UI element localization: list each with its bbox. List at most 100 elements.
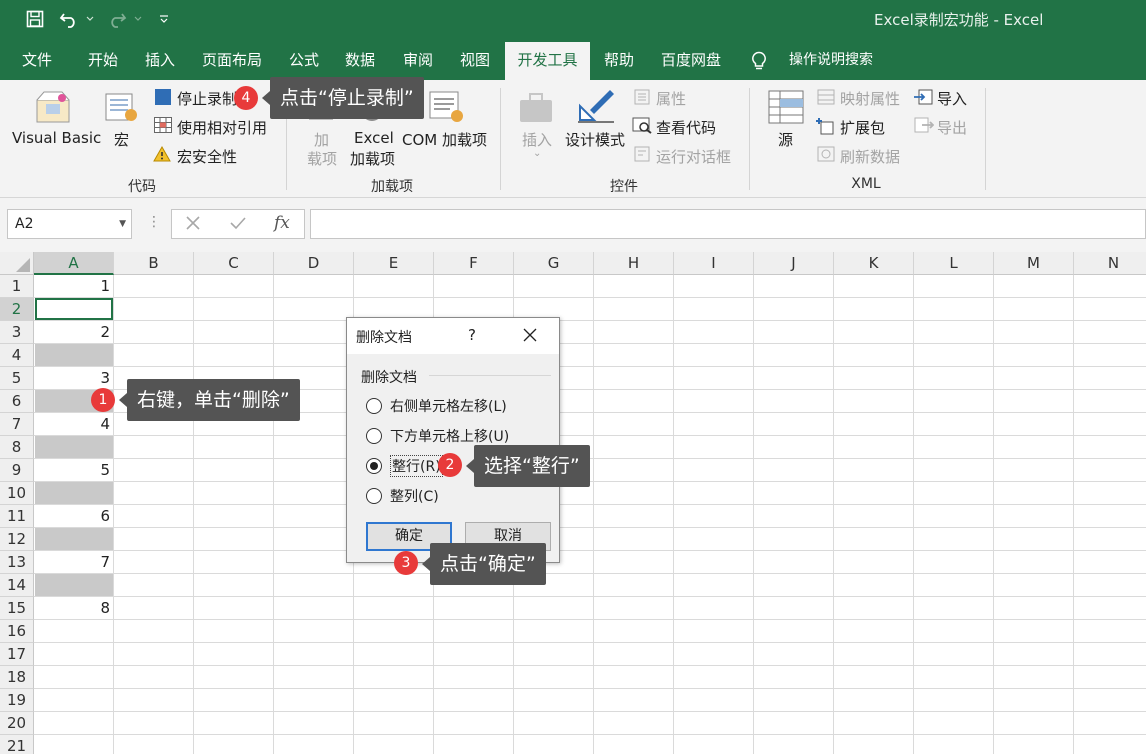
column-header-i[interactable]: I xyxy=(674,252,754,275)
tab-developer[interactable]: 开发工具 xyxy=(505,42,590,80)
option-entire-column[interactable]: 整列(C) xyxy=(366,486,439,506)
column-header-l[interactable]: L xyxy=(914,252,994,275)
row-header-12[interactable]: 12 xyxy=(0,528,34,551)
redo-icon[interactable] xyxy=(106,8,128,30)
cell-a4[interactable] xyxy=(35,344,113,366)
run-dialog-icon[interactable] xyxy=(634,146,650,166)
confirm-entry-icon[interactable] xyxy=(228,213,248,237)
column-header-a[interactable]: A xyxy=(34,252,114,275)
select-all-corner[interactable] xyxy=(0,252,34,275)
xml-source-icon[interactable] xyxy=(768,90,804,128)
insert-control-icon[interactable] xyxy=(518,90,556,128)
cell-a11[interactable]: 6 xyxy=(35,505,113,527)
run-dialog-button[interactable]: 运行对话框 xyxy=(656,146,731,167)
customize-qat-icon[interactable] xyxy=(156,8,172,30)
radio-entire-row[interactable] xyxy=(366,458,382,474)
cell-a1[interactable]: 1 xyxy=(35,275,113,297)
cell-a13[interactable]: 7 xyxy=(35,551,113,573)
row-header-9[interactable]: 9 xyxy=(0,459,34,482)
row-header-19[interactable]: 19 xyxy=(0,689,34,712)
addins-button-line2[interactable]: 载项 xyxy=(307,148,337,169)
column-header-f[interactable]: F xyxy=(434,252,514,275)
radio-shift-left[interactable] xyxy=(366,398,382,414)
addins-button-line1[interactable]: 加 xyxy=(314,129,329,150)
import-button[interactable]: 导入 xyxy=(937,88,967,109)
radio-entire-column[interactable] xyxy=(366,488,382,504)
map-properties-icon[interactable] xyxy=(817,89,835,109)
undo-dropdown-icon[interactable] xyxy=(84,8,96,30)
option-shift-left[interactable]: 右侧单元格左移(L) xyxy=(366,396,507,416)
row-header-4[interactable]: 4 xyxy=(0,344,34,367)
cell-a8[interactable] xyxy=(35,436,113,458)
cell-a15[interactable]: 8 xyxy=(35,597,113,619)
tab-insert[interactable]: 插入 xyxy=(131,42,189,80)
cell-a3[interactable]: 2 xyxy=(35,321,113,343)
cell-a10[interactable] xyxy=(35,482,113,504)
row-header-15[interactable]: 15 xyxy=(0,597,34,620)
tab-help[interactable]: 帮助 xyxy=(594,42,644,80)
expansion-packs-button[interactable]: 扩展包 xyxy=(840,117,885,138)
name-box[interactable]: A2 ▼ xyxy=(7,209,132,239)
design-mode-icon[interactable] xyxy=(576,88,616,128)
name-box-dropdown-icon[interactable]: ▼ xyxy=(119,210,126,238)
undo-icon[interactable] xyxy=(58,8,80,30)
lightbulb-icon[interactable] xyxy=(748,42,770,80)
row-header-6[interactable]: 6 xyxy=(0,390,34,413)
option-shift-up[interactable]: 下方单元格上移(U) xyxy=(366,426,509,446)
cell-a5[interactable]: 3 xyxy=(35,367,113,389)
column-header-b[interactable]: B xyxy=(114,252,194,275)
com-addins-button[interactable]: COM 加载项 xyxy=(402,129,487,150)
redo-dropdown-icon[interactable] xyxy=(132,8,144,30)
column-header-n[interactable]: N xyxy=(1074,252,1146,275)
row-header-18[interactable]: 18 xyxy=(0,666,34,689)
close-icon[interactable] xyxy=(519,324,541,346)
excel-addins-button-line2[interactable]: 加载项 xyxy=(350,148,395,169)
row-header-20[interactable]: 20 xyxy=(0,712,34,735)
design-mode-button[interactable]: 设计模式 xyxy=(565,129,625,150)
column-header-m[interactable]: M xyxy=(994,252,1074,275)
insert-dropdown-icon[interactable]: ⌄ xyxy=(533,148,541,159)
macro-icon[interactable] xyxy=(104,90,140,128)
row-header-3[interactable]: 3 xyxy=(0,321,34,344)
row-header-14[interactable]: 14 xyxy=(0,574,34,597)
map-properties-button[interactable]: 映射属性 xyxy=(840,88,900,109)
tab-view[interactable]: 视图 xyxy=(449,42,501,80)
column-header-d[interactable]: D xyxy=(274,252,354,275)
formula-bar-grip-icon[interactable]: ⋮ xyxy=(147,214,161,230)
column-header-c[interactable]: C xyxy=(194,252,274,275)
insert-function-icon[interactable]: fx xyxy=(274,213,290,233)
tab-formulas[interactable]: 公式 xyxy=(278,42,330,80)
relative-reference-button[interactable]: 使用相对引用 xyxy=(177,117,267,138)
row-header-21[interactable]: 21 xyxy=(0,735,34,754)
macro-button[interactable]: 宏 xyxy=(114,129,129,150)
help-icon[interactable]: ? xyxy=(468,326,476,344)
com-addins-icon[interactable] xyxy=(428,90,464,128)
properties-icon[interactable] xyxy=(634,89,650,109)
row-header-8[interactable]: 8 xyxy=(0,436,34,459)
cell-a7[interactable]: 4 xyxy=(35,413,113,435)
column-header-e[interactable]: E xyxy=(354,252,434,275)
xml-source-button[interactable]: 源 xyxy=(778,129,793,150)
visual-basic-icon[interactable] xyxy=(32,90,74,128)
import-icon[interactable] xyxy=(913,89,933,109)
refresh-data-icon[interactable] xyxy=(817,146,835,166)
row-header-17[interactable]: 17 xyxy=(0,643,34,666)
stop-recording-icon[interactable] xyxy=(155,89,171,109)
refresh-data-button[interactable]: 刷新数据 xyxy=(840,146,900,167)
relative-reference-icon[interactable] xyxy=(154,117,172,137)
tab-page-layout[interactable]: 页面布局 xyxy=(192,42,272,80)
tab-review[interactable]: 审阅 xyxy=(391,42,445,80)
export-icon[interactable] xyxy=(914,117,935,137)
option-entire-row[interactable]: 整行(R) xyxy=(366,455,443,477)
save-icon[interactable] xyxy=(24,8,46,30)
insert-control-button[interactable]: 插入 xyxy=(522,129,552,150)
cell-a9[interactable]: 5 xyxy=(35,459,113,481)
cell-a12[interactable] xyxy=(35,528,113,550)
row-header-2[interactable]: 2 xyxy=(0,298,34,321)
row-header-10[interactable]: 10 xyxy=(0,482,34,505)
export-button[interactable]: 导出 xyxy=(937,117,967,138)
view-code-icon[interactable] xyxy=(632,117,652,138)
tab-file[interactable]: 文件 xyxy=(8,42,66,80)
formula-input[interactable] xyxy=(310,209,1146,239)
row-header-13[interactable]: 13 xyxy=(0,551,34,574)
